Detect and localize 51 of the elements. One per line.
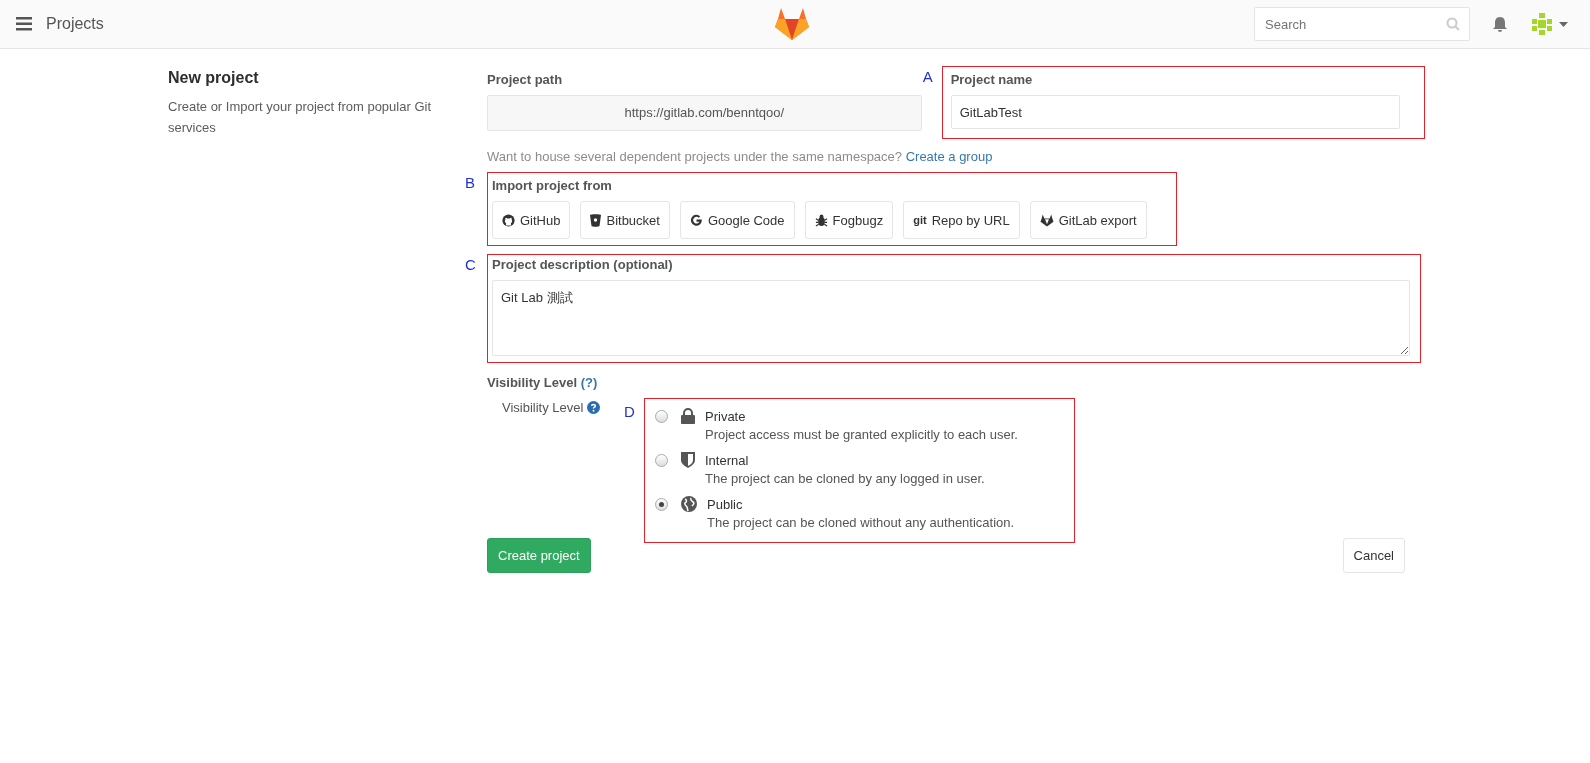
cancel-button[interactable]: Cancel (1342, 538, 1405, 573)
radio-button[interactable] (655, 410, 668, 423)
project-path-field: https://gitlab.com/benntqoo/ (487, 95, 922, 131)
field-label: Visibility Level (?) (487, 375, 598, 390)
import-source-button[interactable]: git Repo by URL (903, 201, 1020, 239)
option-label: Public (707, 496, 744, 514)
create-group-link[interactable]: Create a group (905, 149, 993, 164)
fox-logo-icon[interactable] (774, 7, 810, 41)
section-title: New project (168, 69, 260, 87)
g-letter-icon (689, 213, 703, 227)
shield-icon (681, 452, 695, 468)
fox-icon (1039, 213, 1054, 227)
import-source-button[interactable]: Google Code (679, 201, 795, 239)
annotation-letter: A (921, 68, 934, 85)
field-label: Visibility Level (502, 400, 584, 415)
field-label: Import project from (492, 178, 613, 193)
option-description: The project can be cloned by any logged in user. (705, 470, 985, 488)
field-label: Project description (optional) (492, 257, 674, 272)
page-title: Projects (46, 15, 104, 33)
radio-button[interactable] (655, 498, 668, 511)
import-source-button[interactable]: GitHub (492, 201, 571, 239)
search-field[interactable]: Search (1254, 7, 1470, 41)
annotation-letter: C (465, 256, 477, 273)
search-icon (1446, 17, 1460, 31)
help-link[interactable]: (?) (580, 375, 598, 390)
cat-icon (502, 213, 515, 227)
lock-icon (681, 408, 695, 424)
caret-icon[interactable] (1559, 21, 1568, 27)
field-label: Project name (950, 72, 1034, 87)
import-source-button[interactable]: Fogbugz (804, 201, 894, 239)
import-source-button[interactable]: GitLab export (1029, 201, 1147, 239)
description-textarea[interactable]: Git Lab 測試 (492, 280, 1410, 356)
bug-icon (814, 213, 828, 227)
annotation-letter: B (465, 174, 476, 191)
annotation-letter: D (624, 403, 636, 420)
field-label: Project path (487, 72, 564, 87)
option-label: Private (705, 408, 747, 426)
import-source-button[interactable]: Bitbucket (580, 201, 670, 239)
project-name-input[interactable]: GitLabTest (950, 95, 1400, 129)
option-description: The project can be cloned without any authentication. (707, 514, 1015, 532)
bell-icon[interactable] (1492, 15, 1508, 33)
git-icon: git (913, 214, 927, 226)
bucket-icon (590, 213, 602, 227)
group-hint-text: Want to house several dependent projects under the same namespace? Create a group (487, 149, 993, 164)
section-description: Create or Import your project from popular Git services (168, 98, 432, 137)
option-label: Internal (705, 452, 750, 470)
radio-button[interactable] (655, 454, 668, 467)
option-description: Project access must be granted explicitly to each user. (705, 426, 1018, 444)
menu-icon[interactable] (16, 17, 32, 31)
globe-icon (681, 496, 697, 512)
help-icon[interactable] (587, 401, 601, 414)
